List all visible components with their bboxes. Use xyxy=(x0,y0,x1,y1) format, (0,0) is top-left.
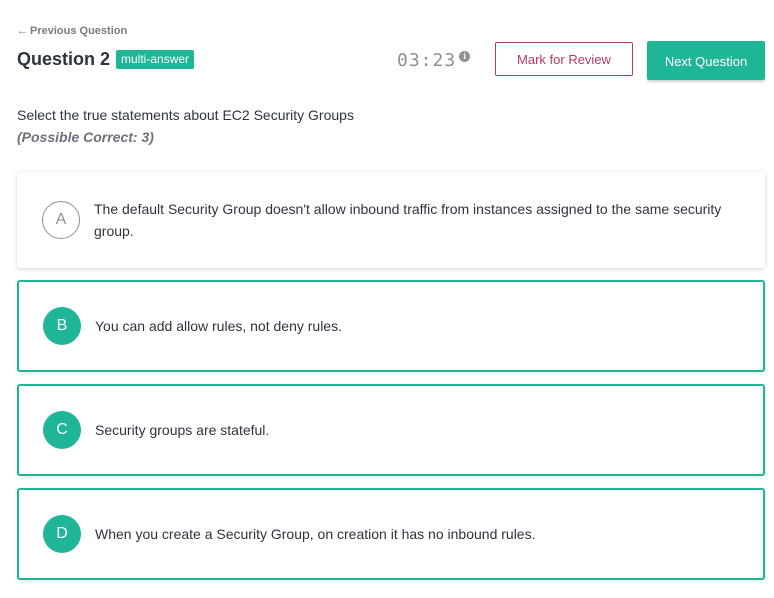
arrow-left-icon: ← xyxy=(17,25,28,37)
option-text-d: When you create a Security Group, on cre… xyxy=(95,526,536,542)
countdown-timer: 03:23 i xyxy=(397,50,471,71)
previous-question-link[interactable]: ← Previous Question xyxy=(17,25,127,37)
answer-option-c[interactable]: C Security groups are stateful. xyxy=(17,384,765,476)
answer-option-a[interactable]: A The default Security Group doesn't all… xyxy=(17,172,765,268)
timer-value: 03:23 xyxy=(397,50,457,71)
answer-option-b[interactable]: B You can add allow rules, not deny rule… xyxy=(17,280,765,372)
possible-correct-count: (Possible Correct: 3) xyxy=(17,129,154,145)
option-letter-c: C xyxy=(43,411,81,449)
question-title: Question 2 xyxy=(17,49,111,69)
mark-for-review-button[interactable]: Mark for Review xyxy=(495,42,633,76)
question-header: Question 2 multi-answer xyxy=(17,49,195,70)
previous-question-label: Previous Question xyxy=(30,25,128,37)
info-icon[interactable]: i xyxy=(459,51,471,62)
option-text-b: You can add allow rules, not deny rules. xyxy=(95,318,342,334)
option-letter-a: A xyxy=(42,201,80,239)
answer-option-d[interactable]: D When you create a Security Group, on c… xyxy=(17,488,765,580)
option-text-a: The default Security Group doesn't allow… xyxy=(94,201,722,239)
question-prompt: Select the true statements about EC2 Sec… xyxy=(17,107,354,123)
question-type-badge: multi-answer xyxy=(116,50,195,69)
option-letter-b: B xyxy=(43,307,81,345)
option-text-c: Security groups are stateful. xyxy=(95,422,270,438)
option-letter-d: D xyxy=(43,515,81,553)
next-question-button[interactable]: Next Question xyxy=(647,41,765,80)
